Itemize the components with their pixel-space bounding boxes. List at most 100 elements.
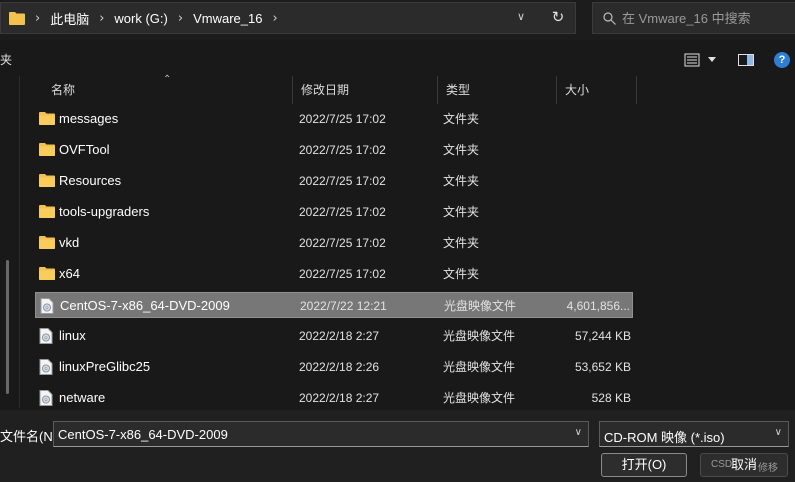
watermark-text: 修移 <box>758 463 778 474</box>
file-name: netware <box>59 390 106 405</box>
file-modified-date: 2022/7/22 12:21 <box>300 299 387 313</box>
breadcrumb-separator: › <box>35 10 41 26</box>
file-name: tools-upgraders <box>59 204 150 219</box>
file-type: 光盘映像文件 <box>443 391 516 405</box>
breadcrumb-item-vmware16[interactable]: Vmware_16 <box>193 3 262 33</box>
filetype-value: CD-ROM 映像 (*.iso) <box>604 430 725 445</box>
filename-combobox[interactable]: CentOS-7-x86_64-DVD-2009 ∨ <box>53 421 589 447</box>
file-modified-date: 2022/7/25 17:02 <box>299 236 386 250</box>
folder-icon <box>39 173 55 189</box>
file-list: ⌃ 名称 修改日期 类型 大小 messages 2022/7/25 17:02 文… <box>21 74 795 411</box>
file-modified-date: 2022/7/25 17:02 <box>299 205 386 219</box>
folder-icon <box>39 266 55 282</box>
toolbar-new-folder-label[interactable]: 夹 <box>0 51 12 68</box>
breadcrumb-separator[interactable]: › <box>99 11 104 26</box>
file-type: 文件夹 <box>443 143 480 157</box>
file-modified-date: 2022/2/18 2:26 <box>299 360 380 374</box>
disc-image-icon <box>40 298 56 314</box>
folder-icon <box>39 111 55 127</box>
navigation-pane[interactable] <box>0 76 20 408</box>
file-size: 528 KB <box>591 391 631 405</box>
folder-icon <box>39 142 55 158</box>
breadcrumb-item-work-drive[interactable]: work (G:) <box>114 3 167 33</box>
column-header-type[interactable]: 类型 <box>438 76 557 104</box>
file-size: 4,601,856... <box>566 299 630 313</box>
file-type: 光盘映像文件 <box>444 299 517 313</box>
file-row[interactable]: tools-upgraders 2022/7/25 17:02 文件夹 <box>35 199 633 225</box>
chevron-down-icon[interactable]: ∨ <box>575 427 582 438</box>
file-size: 53,652 KB <box>574 360 631 374</box>
toolbar: 夹 <box>0 44 795 74</box>
file-name: vkd <box>59 235 80 250</box>
file-name: CentOS-7-x86_64-DVD-2009 <box>60 298 230 313</box>
file-modified-date: 2022/7/25 17:02 <box>299 174 386 188</box>
help-icon: ? <box>778 54 786 66</box>
breadcrumb-separator[interactable]: › <box>178 11 183 26</box>
file-modified-date: 2022/2/18 2:27 <box>299 391 380 405</box>
file-name: x64 <box>59 266 80 281</box>
file-type: 文件夹 <box>443 112 480 126</box>
column-header-date[interactable]: 修改日期 <box>293 76 438 104</box>
file-row[interactable]: linuxPreGlibc25 2022/2/18 2:26 光盘映像文件 53,65… <box>35 354 633 380</box>
file-modified-date: 2022/7/25 17:02 <box>299 112 386 126</box>
preview-pane-button[interactable] <box>736 50 756 70</box>
file-row[interactable]: x64 2022/7/25 17:02 文件夹 <box>35 261 633 287</box>
file-type: 光盘映像文件 <box>443 329 516 343</box>
refresh-button[interactable]: ↻ <box>547 6 569 28</box>
disc-image-icon <box>39 328 55 344</box>
file-dialog-footer: 文件名(N): CentOS-7-x86_64-DVD-2009 ∨ CD-RO… <box>0 410 795 482</box>
file-type: 文件夹 <box>443 205 480 219</box>
search-icon <box>603 11 616 25</box>
address-bar-area: › 此电脑 › work (G:) › Vmware_16 › ∨ ↻ <box>0 0 795 40</box>
cancel-button-label: 取消 <box>730 457 757 472</box>
view-options-button[interactable] <box>680 50 720 70</box>
breadcrumb-separator[interactable]: › <box>272 11 277 26</box>
column-header-size[interactable]: 大小 <box>557 76 637 104</box>
open-button-label: 打开(O) <box>621 457 667 472</box>
disc-image-icon <box>39 359 55 375</box>
folder-icon <box>9 12 25 25</box>
column-header: ⌃ 名称 修改日期 类型 大小 <box>21 74 795 104</box>
file-row[interactable]: netware 2022/2/18 2:27 光盘映像文件 528 KB <box>35 385 633 411</box>
file-modified-date: 2022/7/25 17:02 <box>299 143 386 157</box>
open-button[interactable]: 打开(O) <box>601 453 687 477</box>
file-row[interactable]: OVFTool 2022/7/25 17:02 文件夹 <box>35 137 633 163</box>
preview-pane-icon <box>738 53 754 66</box>
file-type: 光盘映像文件 <box>443 360 516 374</box>
search-input[interactable] <box>622 10 792 26</box>
file-name: OVFTool <box>59 142 110 157</box>
folder-icon <box>39 235 55 251</box>
navigation-scrollbar[interactable] <box>6 260 9 394</box>
disc-image-icon <box>39 390 55 406</box>
file-row[interactable]: vkd 2022/7/25 17:02 文件夹 <box>35 230 633 256</box>
column-header-name[interactable]: 名称 <box>43 76 293 104</box>
file-row[interactable]: Resources 2022/7/25 17:02 文件夹 <box>35 168 633 194</box>
file-size: 57,244 KB <box>574 329 631 343</box>
chevron-down-icon: ∨ <box>516 10 526 23</box>
breadcrumb-item-this-pc[interactable]: 此电脑 <box>50 3 89 33</box>
file-row[interactable]: CentOS-7-x86_64-DVD-2009 2022/7/22 12:21 光… <box>35 292 633 318</box>
file-modified-date: 2022/7/25 17:02 <box>299 267 386 281</box>
folder-icon <box>39 204 55 220</box>
file-type: 文件夹 <box>443 174 480 188</box>
file-modified-date: 2022/2/18 2:27 <box>299 329 380 343</box>
file-name: linux <box>59 328 86 343</box>
file-row[interactable]: messages 2022/7/25 17:02 文件夹 <box>35 106 633 132</box>
help-button[interactable]: ? <box>774 52 790 68</box>
file-row[interactable]: linux 2022/2/18 2:27 光盘映像文件 57,244 KB <box>35 323 633 349</box>
filetype-select[interactable]: CD-ROM 映像 (*.iso) ∨ <box>599 421 789 447</box>
file-name: Resources <box>59 173 122 188</box>
chevron-down-icon <box>707 56 716 62</box>
file-name: messages <box>59 111 119 126</box>
search-box[interactable] <box>592 2 795 34</box>
file-type: 文件夹 <box>443 267 480 281</box>
address-history-dropdown[interactable]: ∨ <box>512 8 530 26</box>
file-name: linuxPreGlibc25 <box>59 359 151 374</box>
watermark-text: CSD <box>711 459 733 470</box>
address-bar[interactable]: › 此电脑 › work (G:) › Vmware_16 › <box>0 2 576 34</box>
filename-value[interactable]: CentOS-7-x86_64-DVD-2009 <box>58 427 228 442</box>
chevron-down-icon[interactable]: ∨ <box>775 427 782 438</box>
filename-label: 文件名(N): <box>0 429 61 444</box>
list-view-icon <box>684 53 700 66</box>
file-type: 文件夹 <box>443 236 480 250</box>
